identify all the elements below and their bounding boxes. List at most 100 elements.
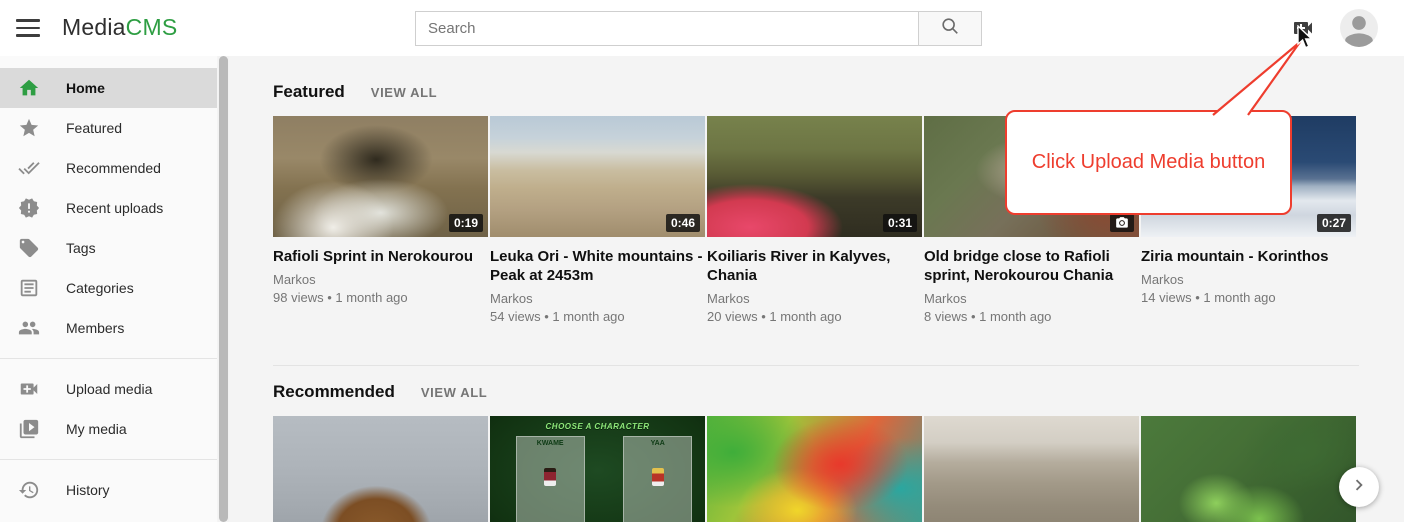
media-title[interactable]: Leuka Ori - White mountains - Peak at 24… [490,247,705,285]
sidebar-item-label: My media [66,421,127,437]
media-author[interactable]: Markos [707,291,922,306]
media-author[interactable]: Markos [490,291,705,306]
game-character-sprite [652,468,664,486]
media-card: CHOOSE A CHARACTER KWAME Selected YAA Se… [490,416,705,522]
media-author[interactable]: Markos [273,272,488,287]
top-bar: MediaCMS [0,0,1404,56]
sidebar-scrollbar-thumb[interactable] [219,56,228,522]
logo-media: Media [62,14,126,40]
star-icon [18,117,40,139]
sidebar-divider [0,459,217,460]
upload-media-icon[interactable] [1291,16,1315,40]
media-thumbnail[interactable] [924,116,1139,237]
sidebar-item-tags[interactable]: Tags [0,228,217,268]
media-thumbnail[interactable]: CHOOSE A CHARACTER KWAME Selected YAA Se… [490,416,705,522]
game-character-name: KWAME [517,440,584,447]
sidebar-item-label: Recommended [66,160,161,176]
media-meta: 20 views • 1 month ago [707,309,922,324]
duration-badge: 0:46 [666,214,700,232]
media-title[interactable]: Old bridge close to Rafioli sprint, Nero… [924,247,1139,285]
video-library-icon [18,418,40,440]
duration-badge: 0:27 [1317,214,1351,232]
media-card [924,416,1139,522]
game-character-panel: YAA Select [623,436,692,522]
search-button[interactable] [918,11,982,46]
history-icon [18,479,40,501]
sidebar-item-history[interactable]: History [0,470,217,510]
sidebar-item-recommended[interactable]: Recommended [0,148,217,188]
sidebar-item-label: Categories [66,280,134,296]
sidebar-item-label: Upload media [66,381,152,397]
tag-icon [18,237,40,259]
home-icon [18,77,40,99]
media-card: 0:27 Ziria mountain - Korinthos Markos 1… [1141,116,1356,324]
sidebar-item-recent-uploads[interactable]: Recent uploads [0,188,217,228]
media-meta: 8 views • 1 month ago [924,309,1139,324]
media-thumbnail[interactable]: 0:27 [1141,116,1356,237]
media-card: 0:31 Koiliaris River in Kalyves, Chania … [707,116,922,324]
chevron-right-icon [1348,474,1370,501]
media-title[interactable]: Ziria mountain - Korinthos [1141,247,1356,266]
media-thumbnail[interactable] [273,416,488,522]
media-card [273,416,488,522]
game-character-panel: KWAME Selected [516,436,585,522]
media-author[interactable]: Markos [924,291,1139,306]
media-thumbnail[interactable] [924,416,1139,522]
sidebar-item-home[interactable]: Home [0,68,217,108]
camera-icon [1115,216,1129,230]
user-avatar[interactable] [1340,9,1378,47]
recommended-cards-row: CHOOSE A CHARACTER KWAME Selected YAA Se… [273,416,1359,522]
sidebar-item-label: Home [66,80,105,96]
members-icon [18,317,40,339]
media-card: 0:46 Leuka Ori - White mountains - Peak … [490,116,705,324]
media-meta: 54 views • 1 month ago [490,309,705,324]
sidebar-divider [0,358,217,359]
media-meta: 14 views • 1 month ago [1141,290,1356,305]
upload-media-icon [18,378,40,400]
media-title[interactable]: Rafioli Sprint in Nerokourou [273,247,488,266]
sidebar-item-label: Recent uploads [66,200,163,216]
sidebar-item-label: Featured [66,120,122,136]
categories-icon [18,277,40,299]
sidebar-item-members[interactable]: Members [0,308,217,348]
recommended-section-title: Recommended [273,382,395,402]
media-thumbnail[interactable]: 0:19 [273,116,488,237]
featured-view-all-link[interactable]: VIEW ALL [371,85,437,100]
featured-section-title: Featured [273,82,345,102]
app-logo[interactable]: MediaCMS [62,14,177,41]
media-thumbnail[interactable]: 0:31 [707,116,922,237]
featured-cards-row: 0:19 Rafioli Sprint in Nerokourou Markos… [273,116,1359,324]
recommended-section: Recommended VIEW ALL CHOOSE A CHARACTER … [273,366,1359,522]
sidebar-item-featured[interactable]: Featured [0,108,217,148]
media-card: Old bridge close to Rafioli sprint, Nero… [924,116,1139,324]
search-bar [415,11,982,46]
sidebar-item-label: Tags [66,240,96,256]
media-thumbnail[interactable] [1141,416,1356,522]
sidebar-item-label: Members [66,320,124,336]
sidebar-scrollbar[interactable] [218,56,229,522]
image-type-badge [1110,214,1134,232]
search-input[interactable] [415,11,918,46]
duration-badge: 0:19 [449,214,483,232]
search-icon [940,16,960,41]
menu-icon[interactable] [16,17,42,39]
recommended-view-all-link[interactable]: VIEW ALL [421,385,487,400]
sidebar-item-upload-media[interactable]: Upload media [0,369,217,409]
media-author[interactable]: Markos [1141,272,1356,287]
media-meta: 98 views • 1 month ago [273,290,488,305]
main-content: Featured VIEW ALL 0:19 Rafioli Sprint in… [229,56,1404,522]
media-thumbnail[interactable] [707,416,922,522]
sidebar-item-my-media[interactable]: My media [0,409,217,449]
media-card [1141,416,1356,522]
media-title[interactable]: Koiliaris River in Kalyves, Chania [707,247,922,285]
carousel-next-button[interactable] [1339,467,1379,507]
new-releases-icon [18,197,40,219]
sidebar-item-categories[interactable]: Categories [0,268,217,308]
media-card [707,416,922,522]
sidebar-item-label: History [66,482,110,498]
featured-section: Featured VIEW ALL 0:19 Rafioli Sprint in… [273,82,1359,365]
done-all-icon [18,157,40,179]
media-card: 0:19 Rafioli Sprint in Nerokourou Markos… [273,116,488,324]
media-thumbnail[interactable]: 0:46 [490,116,705,237]
sidebar: Home Featured Recommended Recent uploads… [0,56,217,522]
